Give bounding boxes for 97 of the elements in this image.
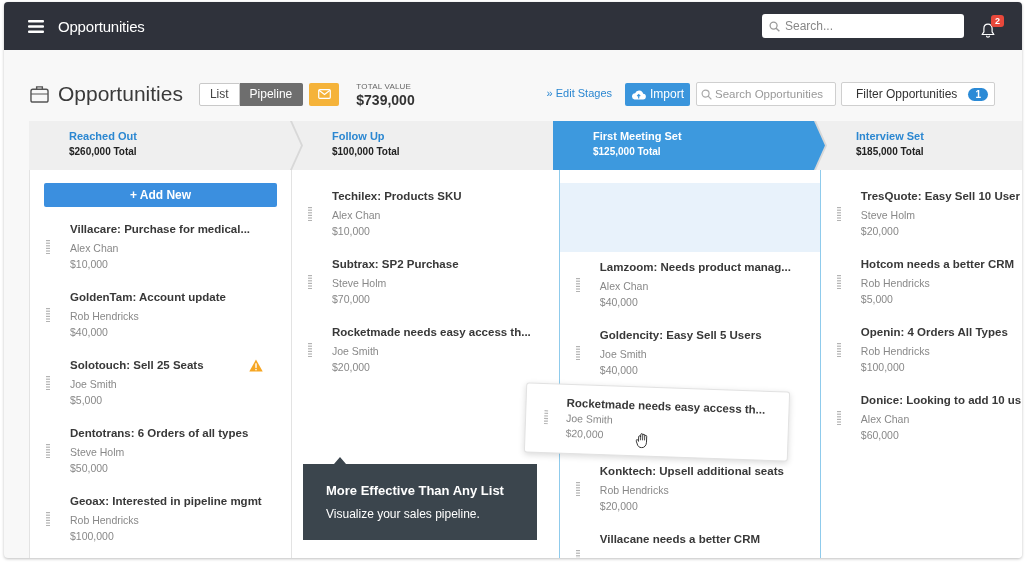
deal-amount: $20,000 [332, 360, 370, 375]
search-field[interactable]: Search Opportunities [696, 82, 836, 106]
deal-title[interactable]: Solotouch: Sell 25 Seats [70, 357, 204, 373]
drag-handle-icon[interactable] [575, 277, 580, 292]
page-title: Opportunities [58, 82, 183, 106]
deal-amount: $10,000 [332, 224, 370, 239]
view-toggle-tab[interactable]: List [198, 82, 240, 106]
stage-total: $185,000 Total [856, 145, 924, 159]
stage-name: Reached Out [69, 129, 137, 143]
tooltip-title: More Effective Than Any List [326, 483, 504, 499]
deal-title[interactable]: GoldenTam: Account update [70, 289, 226, 305]
menu-icon[interactable] [28, 19, 44, 33]
notifications-button[interactable]: 2 [981, 18, 1004, 38]
hand-cursor-icon [634, 431, 650, 449]
filter-button[interactable]: Filter Opportunities 1 [841, 82, 995, 106]
deal-owner: Rob Hendricks [860, 276, 930, 291]
deal-title[interactable]: Donice: Looking to add 10 us [860, 392, 1022, 408]
stage-name: First Meeting Set [593, 129, 682, 143]
stage-total: $100,000 Total [332, 145, 400, 159]
drag-handle-icon[interactable] [46, 511, 50, 526]
stage-total: $125,000 Total [593, 145, 661, 159]
drag-handle-icon[interactable] [308, 342, 312, 357]
deal-title[interactable]: Goldencity: Easy Sell 5 Users [599, 327, 762, 343]
deal-amount: $20,000 [860, 224, 899, 239]
deal-owner: Rob Hendricks [599, 483, 669, 498]
deal-amount: $100,000 [860, 360, 905, 375]
deal-owner: Steve Holm [70, 445, 125, 460]
deal-amount: $40,000 [599, 295, 638, 310]
cloud-upload-icon [631, 88, 646, 100]
drag-handle-icon[interactable] [836, 274, 841, 289]
notification-badge: 2 [991, 14, 1004, 27]
drag-handle-icon[interactable] [836, 410, 841, 425]
deal-title[interactable]: Openin: 4 Orders All Types [860, 324, 1008, 340]
drag-handle-icon[interactable] [575, 345, 580, 360]
edit-stages-link[interactable]: » Edit Stages [546, 87, 612, 99]
deal-owner: Steve Holm [860, 208, 916, 223]
deal-title[interactable]: Hotcom needs a better CRM [860, 256, 1015, 272]
deal-amount: $40,000 [599, 363, 638, 378]
deal-owner: Alex Chan [332, 208, 381, 223]
stage-total: $260,000 Total [69, 145, 137, 159]
deal-owner: Alex Chan [599, 279, 649, 294]
deal-title[interactable]: Subtrax: SP2 Purchase [332, 256, 459, 272]
drag-handle-icon[interactable] [308, 274, 312, 289]
deal-title[interactable]: Villacane needs a better CRM [599, 531, 761, 547]
total-value-label: TOTAL VALUE [356, 81, 412, 92]
drag-handle-icon[interactable] [836, 342, 841, 357]
deal-owner: Joe Smith [332, 344, 379, 359]
deal-title[interactable]: Techilex: Products SKU [332, 188, 462, 204]
deal-amount: $5,000 [860, 292, 893, 307]
deal-title[interactable]: TresQuote: Easy Sell 10 User [860, 188, 1020, 204]
drag-handle-icon[interactable] [46, 239, 50, 254]
bell-icon [981, 22, 995, 38]
stage-name: Follow Up [332, 129, 385, 143]
deal-amount: $20,000 [565, 425, 604, 443]
deal-owner: Joe Smith [599, 347, 647, 362]
drag-handle-icon[interactable] [575, 549, 580, 558]
deal-amount: $5,000 [70, 393, 103, 408]
search-icon [701, 89, 712, 100]
drag-handle-icon[interactable] [543, 410, 549, 425]
drag-handle-icon[interactable] [46, 443, 50, 458]
search-field[interactable]: Search... [762, 14, 964, 38]
deal-title[interactable]: Dentotrans: 6 Orders of all types [70, 425, 249, 441]
deal-owner: Joe Smith [70, 377, 117, 392]
deal-title[interactable]: Konktech: Upsell additional seats [599, 463, 784, 479]
drag-handle-icon[interactable] [46, 375, 50, 390]
deal-amount: $70,000 [332, 292, 370, 307]
email-button[interactable] [309, 82, 340, 106]
deal-owner: Rob Hendricks [860, 344, 930, 359]
view-toggle-tab[interactable]: Pipeline [239, 82, 304, 106]
deal-owner: Joe Smith [565, 410, 613, 427]
deal-amount: $100,000 [70, 529, 114, 544]
deal-owner: Rob Hendricks [70, 309, 139, 324]
deal-owner: Alex Chan [70, 241, 119, 256]
deal-title[interactable]: Rocketmade needs easy access th... [332, 324, 531, 340]
envelope-icon [317, 89, 331, 99]
deal-title[interactable]: Geoax: Interested in pipeline mgmt [70, 493, 262, 509]
deal-amount: $40,000 [70, 325, 108, 340]
tooltip-text: Visualize your sales pipeline. [326, 506, 480, 522]
deal-title[interactable]: Villacare: Purchase for medical... [70, 221, 251, 237]
deal-amount: $60,000 [860, 428, 899, 443]
drag-handle-icon[interactable] [575, 481, 580, 496]
stage-name: Interview Set [856, 129, 924, 143]
total-value: $739,000 [356, 91, 415, 109]
deal-amount: $20,000 [599, 499, 638, 514]
drag-handle-icon[interactable] [836, 206, 841, 221]
drag-handle-icon[interactable] [46, 307, 50, 322]
deal-title[interactable]: Lamzoom: Needs product manag... [599, 259, 791, 275]
app-title: Opportunities [58, 17, 145, 35]
deal-amount: $50,000 [70, 461, 108, 476]
search-icon [769, 21, 780, 32]
count-badge: 1 [968, 87, 988, 101]
deal-owner: Rob Hendricks [70, 513, 139, 528]
deal-owner: Alex Chan [860, 412, 910, 427]
drag-handle-icon[interactable] [308, 206, 312, 221]
deal-amount: $10,000 [70, 257, 108, 272]
deal-owner: Steve Holm [332, 276, 387, 291]
briefcase-icon [30, 85, 49, 103]
